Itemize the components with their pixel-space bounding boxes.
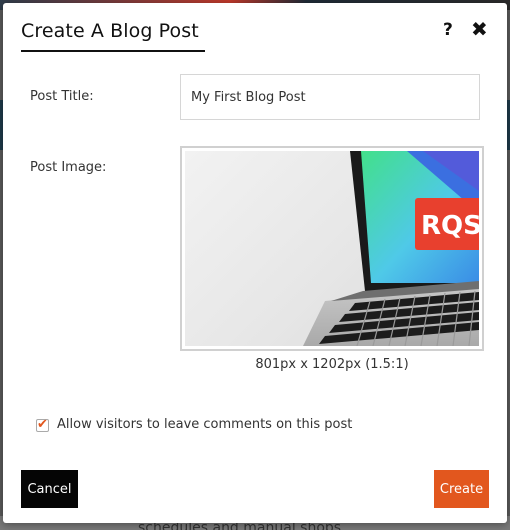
create-blog-post-dialog: Create A Blog Post ? ✖ Post Title: Post …	[3, 3, 507, 523]
post-image-preview: RQS	[185, 151, 479, 346]
post-title-input[interactable]	[180, 74, 480, 120]
cancel-button[interactable]: Cancel	[21, 470, 78, 508]
close-icon[interactable]: ✖	[471, 17, 488, 41]
image-dimensions: 801px x 1202px (1.5:1)	[255, 357, 409, 372]
post-title-label: Post Title:	[30, 89, 94, 104]
checkmark-icon: ✔	[37, 417, 48, 432]
dialog-title: Create A Blog Post	[21, 20, 205, 52]
laptop-image: RQS	[303, 151, 479, 346]
create-button[interactable]: Create	[434, 470, 489, 508]
allow-comments-label[interactable]: Allow visitors to leave comments on this…	[57, 417, 352, 432]
image-badge-text: RQS	[421, 211, 479, 241]
post-image-picker[interactable]: RQS	[180, 146, 484, 351]
post-image-label: Post Image:	[30, 160, 107, 175]
allow-comments-checkbox[interactable]: ✔	[36, 417, 49, 432]
help-icon[interactable]: ?	[443, 20, 453, 40]
